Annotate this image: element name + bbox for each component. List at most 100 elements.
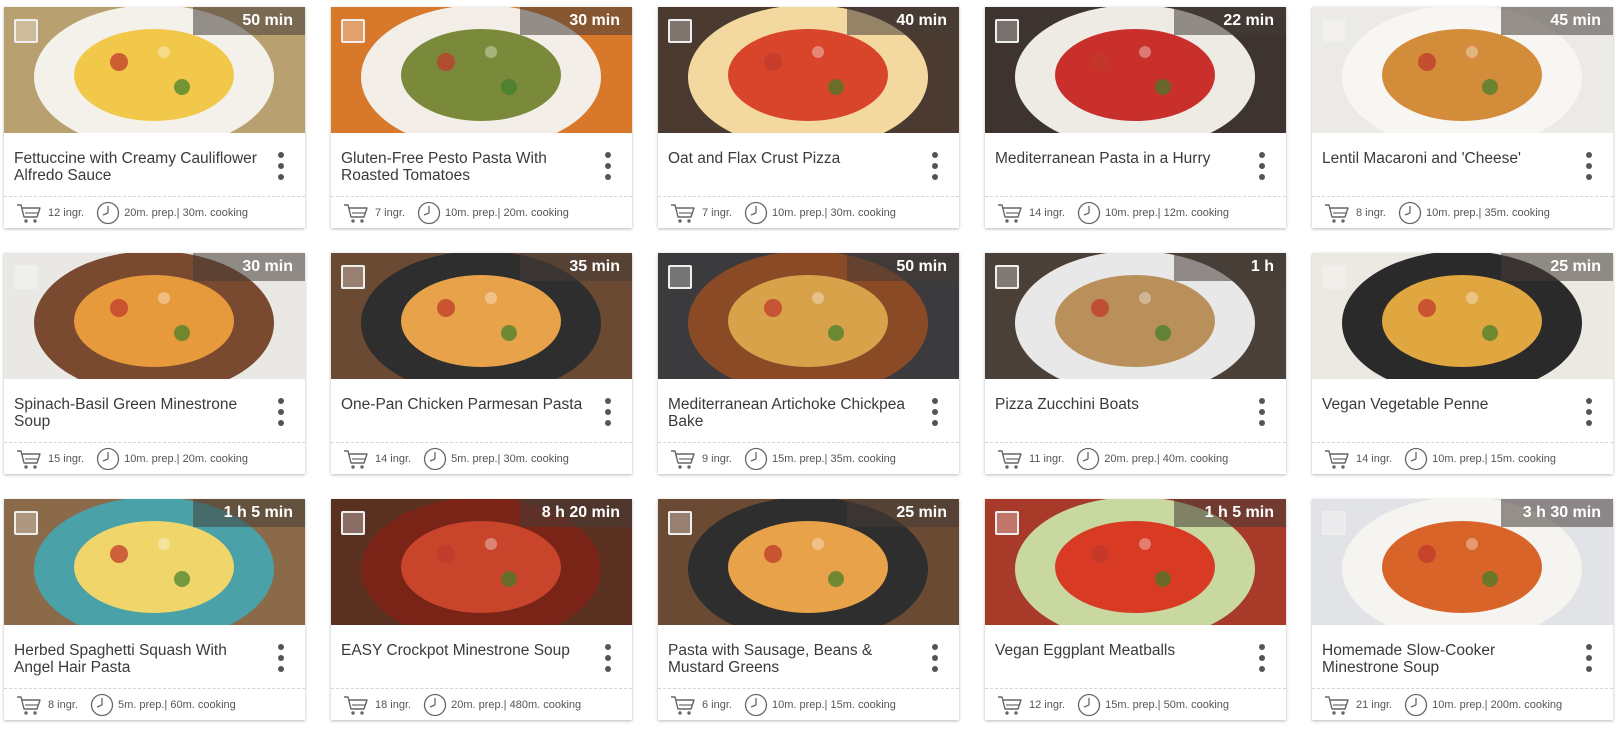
recipe-title[interactable]: Spinach-Basil Green Minestrone Soup xyxy=(14,396,261,430)
select-checkbox[interactable] xyxy=(1322,265,1346,289)
clock-icon xyxy=(417,201,441,224)
recipe-card[interactable]: 25 min Pasta with Sausage, Beans & Musta… xyxy=(658,499,959,720)
select-checkbox[interactable] xyxy=(14,511,38,535)
recipe-card[interactable]: 35 min One-Pan Chicken Parmesan Pasta 14… xyxy=(331,253,632,474)
more-options-icon[interactable] xyxy=(604,152,612,180)
select-checkbox[interactable] xyxy=(1322,19,1346,43)
cart-icon xyxy=(344,449,368,469)
select-checkbox[interactable] xyxy=(1322,511,1346,535)
recipe-card[interactable]: 8 h 20 min EASY Crockpot Minestrone Soup… xyxy=(331,499,632,720)
recipe-title[interactable]: Mediterranean Artichoke Chickpea Bake xyxy=(668,396,915,430)
more-options-icon[interactable] xyxy=(1585,644,1593,672)
recipe-title[interactable]: Vegan Vegetable Penne xyxy=(1322,396,1569,413)
recipe-title[interactable]: Fettuccine with Creamy Cauliflower Alfre… xyxy=(14,150,261,184)
recipe-photo[interactable]: 50 min xyxy=(658,253,959,379)
recipe-photo[interactable]: 30 min xyxy=(331,7,632,133)
title-area: Vegan Eggplant Meatballs xyxy=(985,625,1286,688)
select-checkbox[interactable] xyxy=(341,19,365,43)
recipe-card[interactable]: 25 min Vegan Vegetable Penne 14 ingr. 10… xyxy=(1312,253,1613,474)
clock-icon xyxy=(1404,693,1428,716)
more-options-icon[interactable] xyxy=(1585,398,1593,426)
more-options-icon[interactable] xyxy=(1258,398,1266,426)
recipe-card[interactable]: 45 min Lentil Macaroni and 'Cheese' 8 in… xyxy=(1312,7,1613,228)
recipe-card[interactable]: 1 h 5 min Herbed Spaghetti Squash With A… xyxy=(4,499,305,720)
select-checkbox[interactable] xyxy=(341,511,365,535)
recipe-title[interactable]: Pizza Zucchini Boats xyxy=(995,396,1242,413)
recipe-photo[interactable]: 3 h 30 min xyxy=(1312,499,1613,625)
more-options-icon[interactable] xyxy=(1258,152,1266,180)
more-options-icon[interactable] xyxy=(277,398,285,426)
clock-icon xyxy=(96,447,120,470)
recipe-info-bar: 9 ingr. 15m. prep.| 35m. cooking xyxy=(658,442,959,474)
more-options-icon[interactable] xyxy=(277,644,285,672)
ingredient-count: 21 ingr. xyxy=(1356,698,1393,711)
recipe-title[interactable]: One-Pan Chicken Parmesan Pasta xyxy=(341,396,588,413)
title-area: Pasta with Sausage, Beans & Mustard Gree… xyxy=(658,625,959,688)
recipe-photo[interactable]: 45 min xyxy=(1312,7,1613,133)
time-badge: 25 min xyxy=(847,499,959,527)
recipe-photo[interactable]: 22 min xyxy=(985,7,1286,133)
recipe-photo[interactable]: 1 h xyxy=(985,253,1286,379)
recipe-title[interactable]: Mediterranean Pasta in a Hurry xyxy=(995,150,1242,167)
recipe-photo[interactable]: 1 h 5 min xyxy=(4,499,305,625)
recipe-info-bar: 14 ingr. 10m. prep.| 12m. cooking xyxy=(985,196,1286,228)
recipe-photo[interactable]: 35 min xyxy=(331,253,632,379)
recipe-card[interactable]: 3 h 30 min Homemade Slow-Cooker Minestro… xyxy=(1312,499,1613,720)
clock-icon xyxy=(1404,447,1428,470)
recipe-title[interactable]: Vegan Eggplant Meatballs xyxy=(995,642,1242,659)
more-options-icon[interactable] xyxy=(931,644,939,672)
recipe-card[interactable]: 30 min Spinach-Basil Green Minestrone So… xyxy=(4,253,305,474)
recipe-photo[interactable]: 25 min xyxy=(1312,253,1613,379)
ingredient-count: 6 ingr. xyxy=(702,698,732,711)
cart-icon xyxy=(17,449,41,469)
recipe-title[interactable]: Homemade Slow-Cooker Minestrone Soup xyxy=(1322,642,1569,676)
recipe-title[interactable]: Lentil Macaroni and 'Cheese' xyxy=(1322,150,1569,167)
recipe-card[interactable]: 1 h Pizza Zucchini Boats 11 ingr. 20m. p… xyxy=(985,253,1286,474)
recipe-card[interactable]: 40 min Oat and Flax Crust Pizza 7 ingr. … xyxy=(658,7,959,228)
select-checkbox[interactable] xyxy=(995,511,1019,535)
title-area: Mediterranean Pasta in a Hurry xyxy=(985,133,1286,196)
select-checkbox[interactable] xyxy=(995,265,1019,289)
recipe-info-bar: 7 ingr. 10m. prep.| 20m. cooking xyxy=(331,196,632,228)
select-checkbox[interactable] xyxy=(14,19,38,43)
recipe-photo[interactable]: 40 min xyxy=(658,7,959,133)
recipe-card[interactable]: 22 min Mediterranean Pasta in a Hurry 14… xyxy=(985,7,1286,228)
more-options-icon[interactable] xyxy=(1585,152,1593,180)
ingredient-count: 14 ingr. xyxy=(1029,206,1066,219)
recipe-card[interactable]: 30 min Gluten-Free Pesto Pasta With Roas… xyxy=(331,7,632,228)
recipe-photo[interactable]: 1 h 5 min xyxy=(985,499,1286,625)
recipe-photo[interactable]: 30 min xyxy=(4,253,305,379)
select-checkbox[interactable] xyxy=(668,265,692,289)
select-checkbox[interactable] xyxy=(14,265,38,289)
recipe-title[interactable]: Pasta with Sausage, Beans & Mustard Gree… xyxy=(668,642,915,676)
more-options-icon[interactable] xyxy=(277,152,285,180)
more-options-icon[interactable] xyxy=(931,152,939,180)
more-options-icon[interactable] xyxy=(604,398,612,426)
recipe-info-bar: 7 ingr. 10m. prep.| 30m. cooking xyxy=(658,196,959,228)
recipe-photo[interactable]: 50 min xyxy=(4,7,305,133)
recipe-card[interactable]: 50 min Mediterranean Artichoke Chickpea … xyxy=(658,253,959,474)
ingredient-count: 15 ingr. xyxy=(48,452,85,465)
prep-cook-time: 10m. prep.| 20m. cooking xyxy=(444,206,569,219)
prep-cook-time: 10m. prep.| 15m. cooking xyxy=(1432,452,1557,465)
recipe-title[interactable]: EASY Crockpot Minestrone Soup xyxy=(341,642,588,659)
recipe-photo[interactable]: 8 h 20 min xyxy=(331,499,632,625)
recipe-title[interactable]: Gluten-Free Pesto Pasta With Roasted Tom… xyxy=(341,150,588,184)
title-area: Gluten-Free Pesto Pasta With Roasted Tom… xyxy=(331,133,632,196)
select-checkbox[interactable] xyxy=(341,265,365,289)
select-checkbox[interactable] xyxy=(668,511,692,535)
recipe-card[interactable]: 50 min Fettuccine with Creamy Cauliflowe… xyxy=(4,7,305,228)
select-checkbox[interactable] xyxy=(668,19,692,43)
recipe-photo[interactable]: 25 min xyxy=(658,499,959,625)
select-checkbox[interactable] xyxy=(995,19,1019,43)
more-options-icon[interactable] xyxy=(931,398,939,426)
more-options-icon[interactable] xyxy=(1258,644,1266,672)
title-area: Homemade Slow-Cooker Minestrone Soup xyxy=(1312,625,1613,688)
recipe-title[interactable]: Herbed Spaghetti Squash With Angel Hair … xyxy=(14,642,261,676)
more-options-icon[interactable] xyxy=(604,644,612,672)
recipe-card[interactable]: 1 h 5 min Vegan Eggplant Meatballs 12 in… xyxy=(985,499,1286,720)
time-badge: 1 h xyxy=(1174,253,1286,281)
cart-icon xyxy=(344,695,368,715)
recipe-title[interactable]: Oat and Flax Crust Pizza xyxy=(668,150,915,167)
ingredient-count: 12 ingr. xyxy=(48,206,85,219)
